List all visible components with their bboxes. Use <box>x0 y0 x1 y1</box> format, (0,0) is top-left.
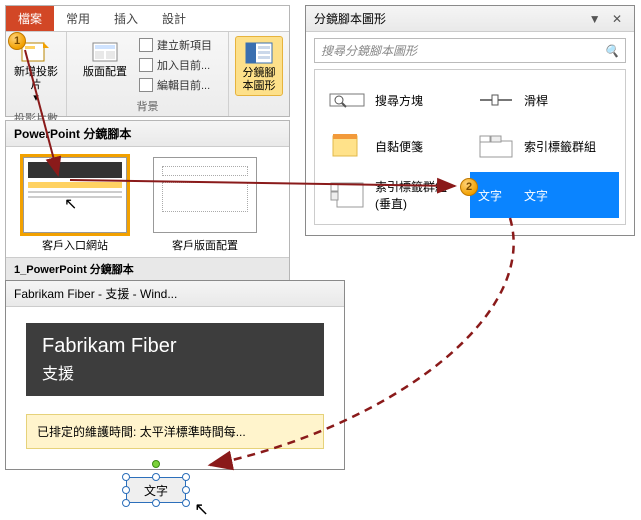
edit-current-label: 編輯目前... <box>157 77 210 93</box>
tab-group-vertical-icon <box>329 181 365 209</box>
shapes-search-placeholder: 搜尋分鏡腳本圖形 <box>321 42 417 59</box>
shapes-panel: 分鏡腳本圖形 ▼ ✕ 搜尋分鏡腳本圖形 🔍 搜尋方塊 滑桿 自黏便箋 索引標籤群… <box>305 5 635 236</box>
shape-item-label: 自黏便箋 <box>375 138 423 155</box>
resize-handle-sw[interactable] <box>122 499 130 507</box>
shape-item-label: 索引標籤群組 (垂直) <box>375 178 462 212</box>
slide-thumb-2[interactable]: 客戶版面配置 <box>150 157 260 253</box>
shape-item-search-box[interactable]: 搜尋方塊 <box>321 80 470 120</box>
ribbon-group-layout: 版面配置 建立新項目 加入目前... 編輯目前... 背景 <box>67 32 229 116</box>
slide-thumb-1[interactable]: ↖ 客戶入口網站 <box>20 157 130 253</box>
new-slide-label: 新增投影片 <box>14 66 58 92</box>
tab-file[interactable]: 檔案 <box>6 6 54 31</box>
sticky-note-icon <box>329 132 365 160</box>
ribbon-tabs: 檔案 常用 插入 設計 <box>6 6 289 32</box>
preview-body: Fabrikam Fiber 支援 已排定的維護時間: 太平洋標準時間每... … <box>6 307 344 469</box>
slides-panel: PowerPoint 分鏡腳本 ↖ 客戶入口網站 客戶版面配置 1_PowerP… <box>5 120 290 281</box>
storyboard-shapes-icon <box>243 39 275 67</box>
resize-handle-nw[interactable] <box>122 473 130 481</box>
storyboard-shapes-label: 分鏡腳本圖形 <box>238 67 280 93</box>
preview-hero: Fabrikam Fiber 支援 <box>26 323 324 396</box>
preview-window: Fabrikam Fiber - 支援 - Wind... Fabrikam F… <box>5 280 345 470</box>
preview-window-title: Fabrikam Fiber - 支援 - Wind... <box>6 281 344 307</box>
add-current-label: 加入目前... <box>157 57 210 73</box>
text-shape[interactable]: 文字 <box>126 477 186 503</box>
create-new-item-button[interactable]: 建立新項目 <box>137 36 214 54</box>
resize-handle-se[interactable] <box>182 499 190 507</box>
callout-2: 2 <box>460 178 478 196</box>
layout-small-buttons: 建立新項目 加入目前... 編輯目前... <box>137 36 214 94</box>
dropdown-icon[interactable]: ▼ <box>585 12 605 26</box>
shapes-panel-titlebar: 分鏡腳本圖形 ▼ ✕ <box>306 6 634 32</box>
create-new-item-label: 建立新項目 <box>157 37 212 53</box>
ribbon: 檔案 常用 插入 設計 新增投影片 ▾ 投影片數 版面配置 <box>5 5 290 117</box>
shape-item-tab-group-vertical[interactable]: 索引標籤群組 (垂直) <box>321 172 470 218</box>
slider-icon <box>478 86 514 114</box>
shape-item-label: 索引標籤群組 <box>524 138 596 155</box>
callout-1: 1 <box>8 32 26 50</box>
slides-panel-title: PowerPoint 分鏡腳本 <box>6 121 289 147</box>
shape-item-tab-group[interactable]: 索引標籤群組 <box>470 126 619 166</box>
shape-item-sticky-note[interactable]: 自黏便箋 <box>321 126 470 166</box>
preview-banner-label: 已排定的維護時間: <box>37 425 136 439</box>
preview-banner: 已排定的維護時間: 太平洋標準時間每... <box>26 414 324 449</box>
cursor-icon: ↖ <box>194 499 209 520</box>
dropdown-indicator-icon: ▾ <box>33 92 39 105</box>
layout-button[interactable]: 版面配置 <box>81 36 129 81</box>
tab-insert[interactable]: 插入 <box>102 6 150 31</box>
text-shape-icon-label: 文字 <box>478 187 502 204</box>
resize-handle-n[interactable] <box>152 473 160 481</box>
doc-icon <box>139 38 153 52</box>
shapes-search-input[interactable]: 搜尋分鏡腳本圖形 🔍 <box>314 38 626 63</box>
cursor-icon: ↖ <box>64 194 77 214</box>
shape-item-slider[interactable]: 滑桿 <box>470 80 619 120</box>
add-icon <box>139 58 153 72</box>
slide-thumb-2-preview <box>153 157 257 233</box>
rotate-handle[interactable] <box>152 460 160 468</box>
resize-handle-ne[interactable] <box>182 473 190 481</box>
shapes-grid: 搜尋方塊 滑桿 自黏便箋 索引標籤群組 索引標籤群組 (垂直) 文字 文字 <box>314 69 626 225</box>
preview-hero-subtitle: 支援 <box>42 360 308 384</box>
shapes-panel-controls: ▼ ✕ <box>585 12 626 26</box>
preview-hero-title: Fabrikam Fiber <box>42 335 308 358</box>
slide-thumb-1-label: 客戶入口網站 <box>42 237 108 253</box>
search-icon: 🔍 <box>604 44 619 58</box>
slide-thumb-2-label: 客戶版面配置 <box>172 237 238 253</box>
slides-row: ↖ 客戶入口網站 客戶版面配置 <box>6 147 289 257</box>
ribbon-body: 新增投影片 ▾ 投影片數 版面配置 建立新項目 加入目前... 編輯目前... <box>6 32 289 116</box>
edit-icon <box>139 78 153 92</box>
ribbon-group-layout-label: 背景 <box>137 98 159 114</box>
resize-handle-s[interactable] <box>152 499 160 507</box>
tab-home[interactable]: 常用 <box>54 6 102 31</box>
shapes-panel-title: 分鏡腳本圖形 <box>314 10 386 27</box>
shape-item-label: 滑桿 <box>524 92 548 109</box>
tab-group-icon <box>478 132 514 160</box>
ribbon-group-storyboard: 分鏡腳本圖形 <box>229 32 289 116</box>
shape-item-label: 搜尋方塊 <box>375 92 423 109</box>
shape-item-text[interactable]: 文字 文字 <box>470 172 619 218</box>
search-box-icon <box>329 86 365 114</box>
preview-banner-text: 太平洋標準時間每... <box>140 425 246 439</box>
tab-design[interactable]: 設計 <box>150 6 198 31</box>
resize-handle-e[interactable] <box>182 486 190 494</box>
add-current-button[interactable]: 加入目前... <box>137 56 214 74</box>
slides-panel-footer: 1_PowerPoint 分鏡腳本 <box>6 257 289 280</box>
storyboard-shapes-button[interactable]: 分鏡腳本圖形 <box>235 36 283 96</box>
text-shape-label: 文字 <box>144 482 168 499</box>
close-icon[interactable]: ✕ <box>608 12 626 26</box>
slide-thumb-1-preview: ↖ <box>23 157 127 233</box>
layout-icon <box>89 38 121 66</box>
edit-current-button[interactable]: 編輯目前... <box>137 76 214 94</box>
layout-button-label: 版面配置 <box>83 66 127 79</box>
shape-item-label: 文字 <box>524 187 548 204</box>
resize-handle-w[interactable] <box>122 486 130 494</box>
